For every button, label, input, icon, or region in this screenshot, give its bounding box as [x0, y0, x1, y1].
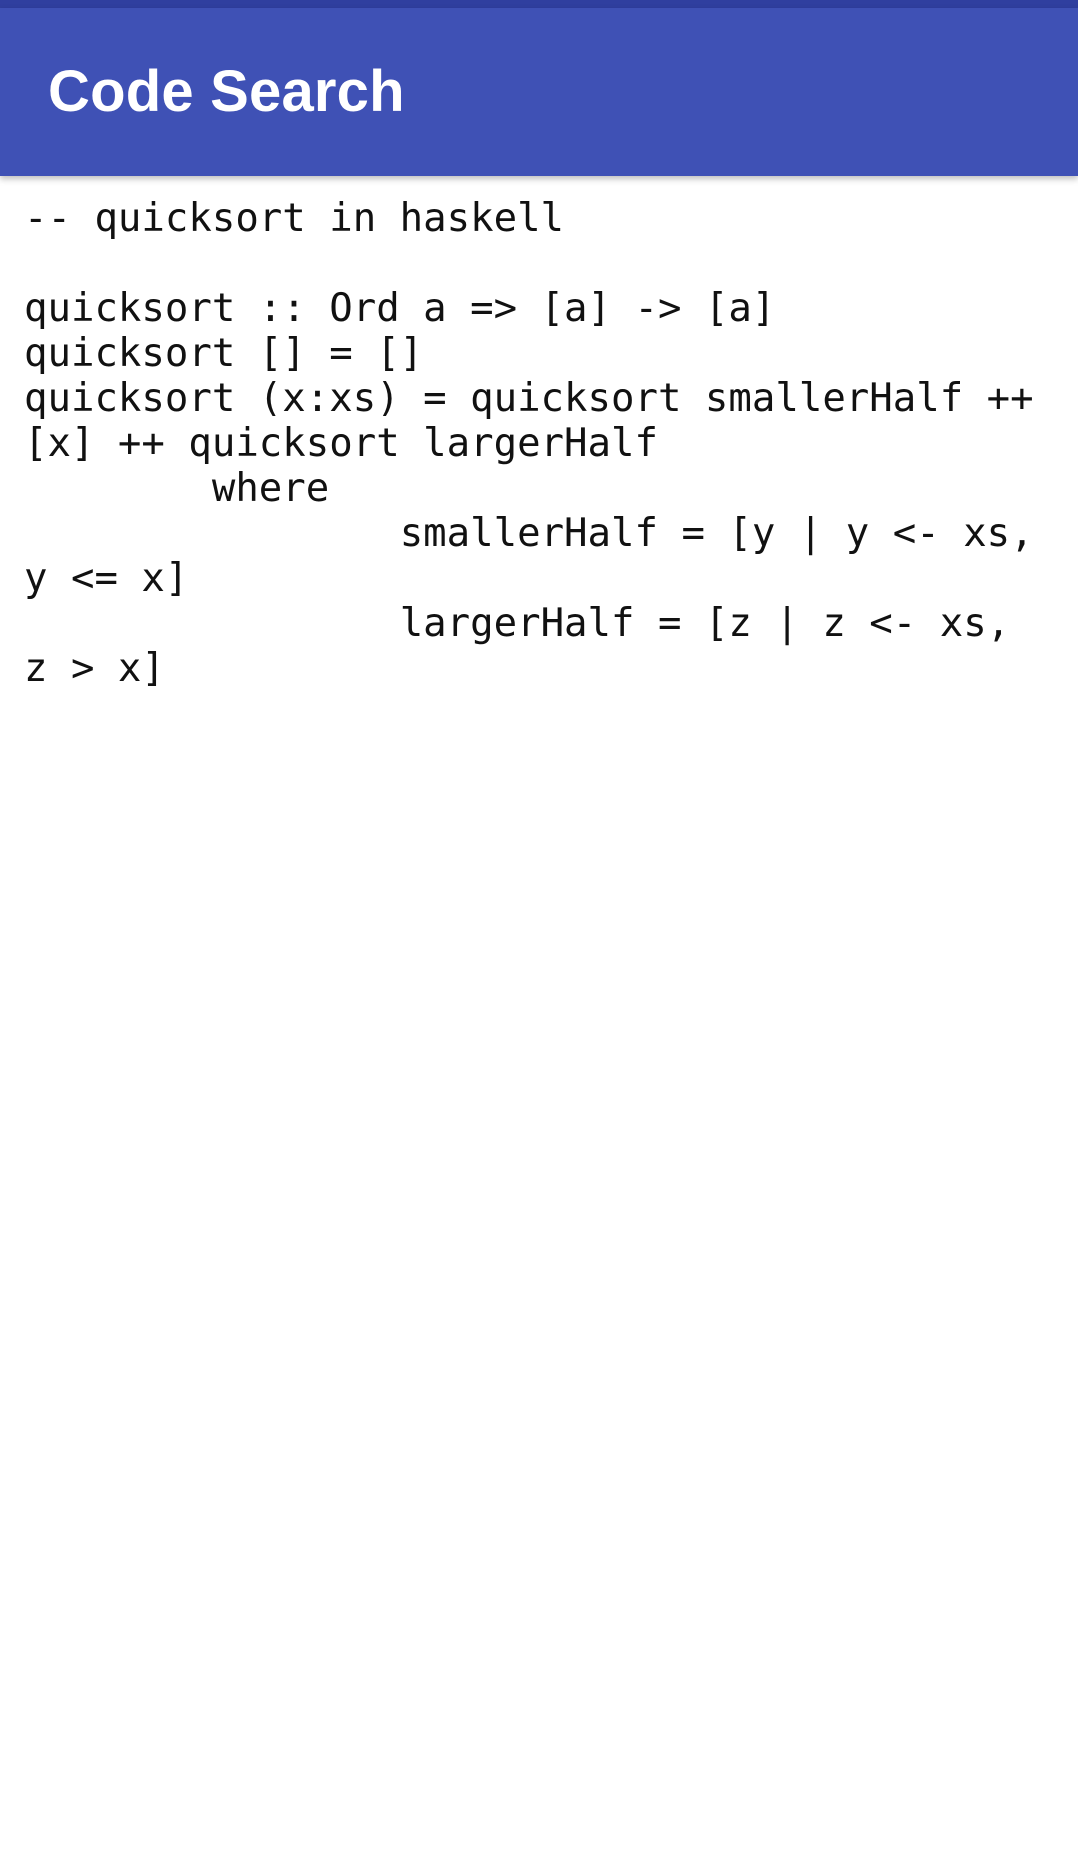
- code-content-area[interactable]: -- quicksort in haskell quicksort :: Ord…: [0, 176, 1078, 1856]
- app-bar: Code Search: [0, 8, 1078, 176]
- app-title: Code Search: [48, 59, 405, 124]
- code-text: -- quicksort in haskell quicksort :: Ord…: [24, 196, 1034, 691]
- status-bar: [0, 0, 1078, 8]
